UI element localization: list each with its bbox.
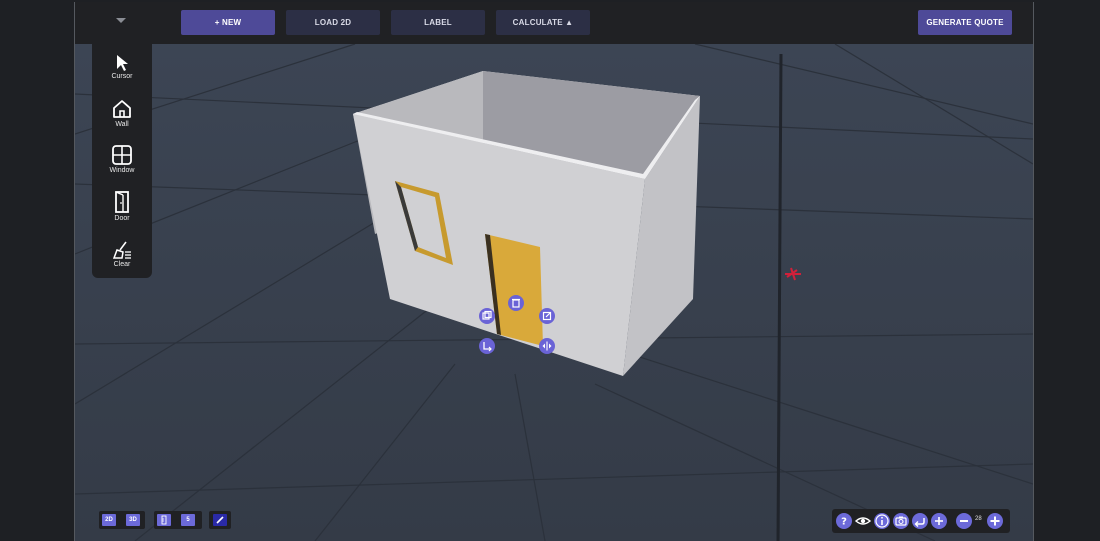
measure-group: 5 bbox=[154, 511, 202, 529]
info-icon bbox=[875, 514, 889, 528]
help-button[interactable]: ? bbox=[836, 513, 852, 529]
label-button[interactable]: LABEL bbox=[391, 10, 485, 35]
door-icon bbox=[115, 191, 129, 213]
zoom-in-icon bbox=[990, 516, 1000, 526]
calculate-button[interactable]: CALCULATE ▲ bbox=[496, 10, 590, 35]
view-toolbar: ? 28 bbox=[832, 509, 1010, 533]
view-mode-group: 2D 3D bbox=[99, 511, 145, 529]
cursor-icon bbox=[117, 55, 128, 71]
ruler-button[interactable] bbox=[157, 514, 171, 526]
rotate-handle-icon[interactable] bbox=[479, 338, 495, 354]
scene-canvas[interactable] bbox=[75, 43, 1033, 541]
tool-panel: Cursor Wall Window Door Clear bbox=[92, 44, 152, 278]
screenshot-button[interactable] bbox=[893, 513, 909, 529]
zoom-level: 28 bbox=[975, 516, 982, 522]
camera-icon bbox=[895, 516, 907, 526]
add-button[interactable] bbox=[931, 513, 947, 529]
edit-handle-icon[interactable] bbox=[539, 308, 555, 324]
tool-label: Window bbox=[109, 167, 135, 174]
house-icon bbox=[113, 100, 131, 118]
window-icon bbox=[112, 145, 132, 165]
clear-tool[interactable]: Clear bbox=[92, 240, 152, 284]
visibility-button[interactable] bbox=[854, 513, 872, 529]
tool-label: Clear bbox=[113, 261, 131, 268]
ruler-icon bbox=[161, 515, 167, 525]
plus-icon bbox=[935, 517, 943, 525]
broom-icon bbox=[112, 241, 131, 259]
load-2d-button[interactable]: LOAD 2D bbox=[286, 10, 380, 35]
tool-label: Wall bbox=[115, 121, 129, 128]
top-toolbar: + NEW LOAD 2D LABEL CALCULATE ▲ GENERATE… bbox=[75, 2, 1033, 44]
mode-2d-button[interactable]: 2D bbox=[102, 514, 116, 526]
undo-icon bbox=[914, 518, 925, 527]
3d-viewport[interactable] bbox=[75, 43, 1033, 541]
number-button[interactable]: 5 bbox=[181, 514, 195, 526]
cursor-tool[interactable]: Cursor bbox=[92, 54, 152, 98]
minus-icon bbox=[960, 520, 968, 522]
new-button[interactable]: + NEW bbox=[181, 10, 275, 35]
door-tool[interactable]: Door bbox=[92, 190, 152, 234]
tool-label: Door bbox=[114, 215, 130, 222]
flip-handle-icon[interactable] bbox=[539, 338, 555, 354]
generate-quote-button[interactable]: GENERATE QUOTE bbox=[918, 10, 1012, 35]
svg-text:?: ? bbox=[841, 517, 847, 528]
tool-label: Cursor bbox=[111, 73, 133, 80]
collapse-chevron-icon[interactable] bbox=[116, 18, 126, 23]
draw-button[interactable] bbox=[213, 514, 227, 526]
copy-handle-icon[interactable] bbox=[479, 308, 495, 324]
mode-3d-button[interactable]: 3D bbox=[126, 514, 140, 526]
delete-handle-icon[interactable] bbox=[508, 295, 524, 311]
zoom-in-button[interactable] bbox=[987, 513, 1003, 529]
app-window: + NEW LOAD 2D LABEL CALCULATE ▲ GENERATE… bbox=[74, 2, 1034, 541]
eye-icon bbox=[854, 517, 872, 525]
help-icon: ? bbox=[841, 517, 847, 528]
wall-tool[interactable]: Wall bbox=[92, 98, 152, 142]
zoom-out-button[interactable] bbox=[956, 513, 972, 529]
draw-group bbox=[209, 511, 231, 529]
undo-button[interactable] bbox=[912, 513, 928, 529]
window-tool[interactable]: Window bbox=[92, 144, 152, 188]
info-button[interactable] bbox=[874, 513, 890, 529]
pencil-icon bbox=[216, 516, 224, 524]
